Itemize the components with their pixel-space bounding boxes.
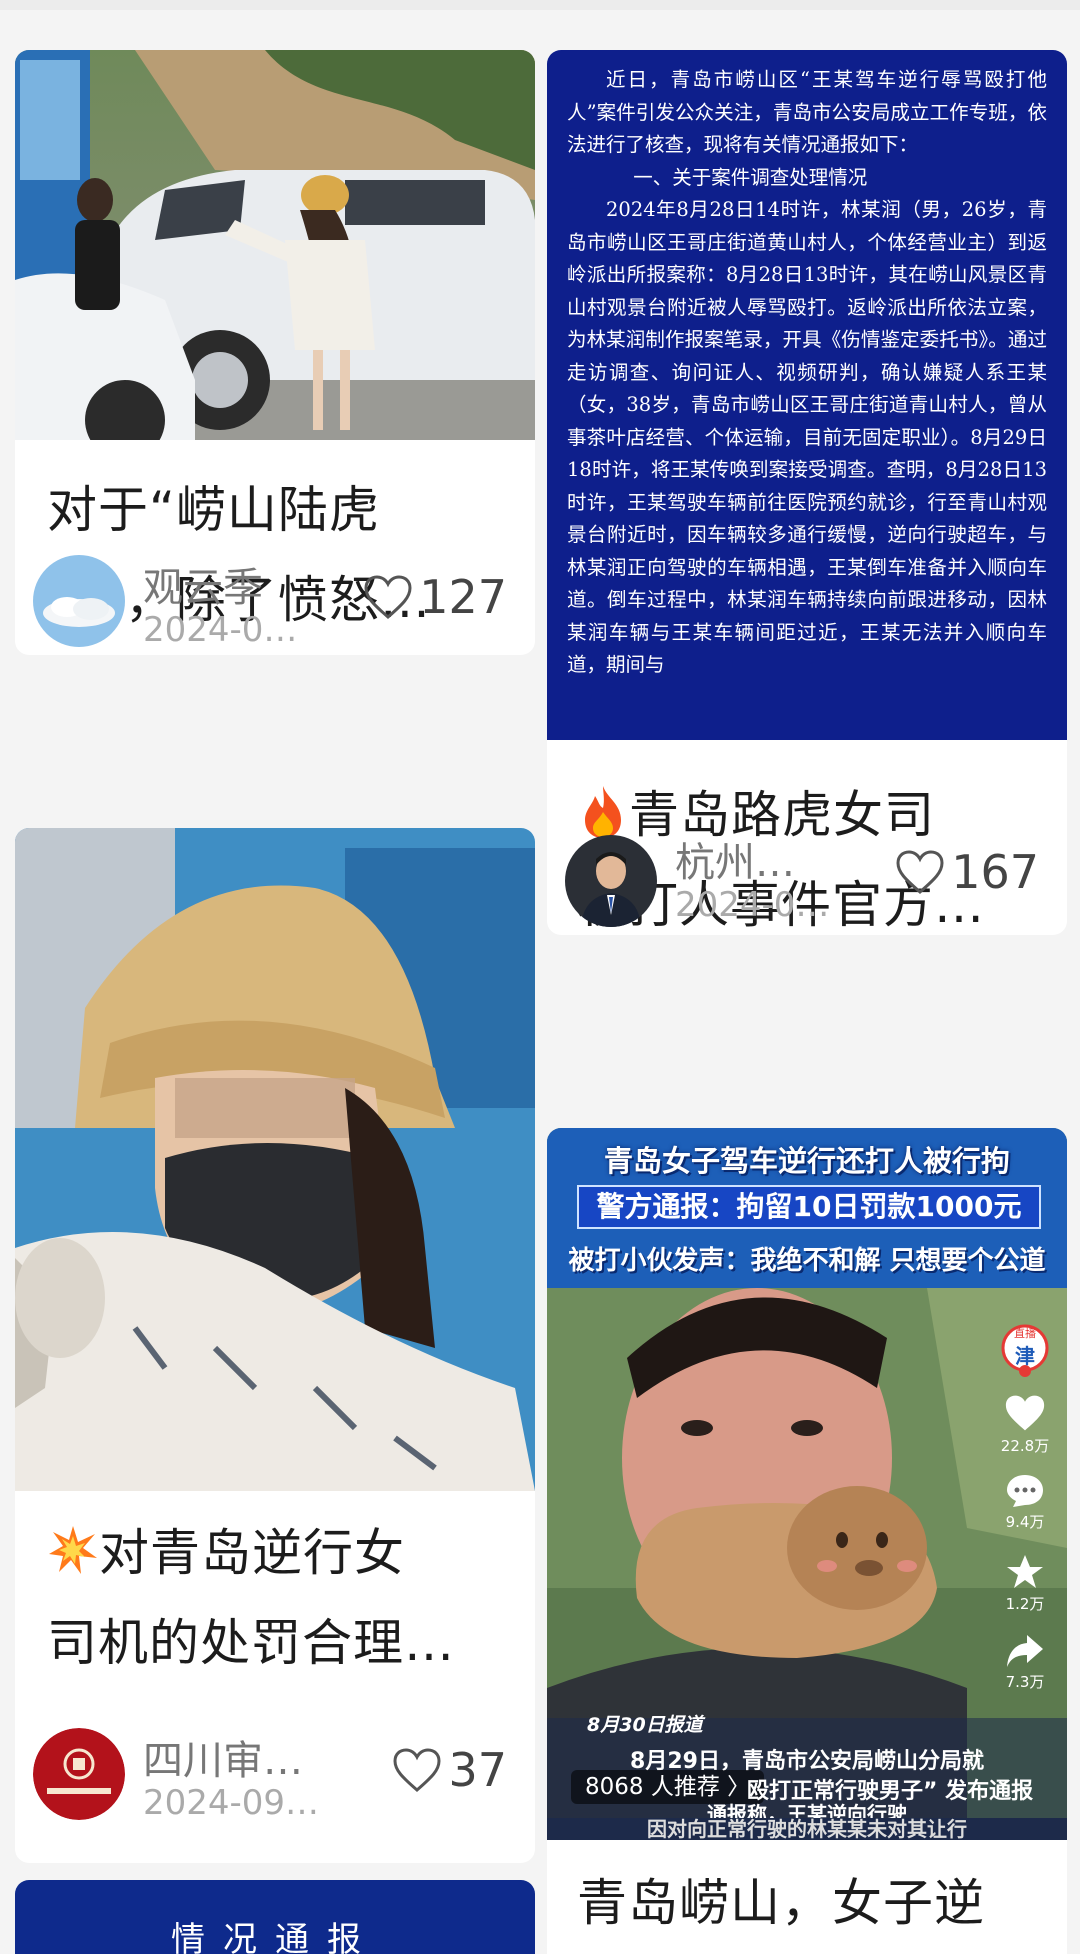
notice-body: 2024年8月28日14时许，林某润（男，26岁，青岛市崂山区王哥庄街道黄山村人… [567, 198, 1047, 676]
live-label: 直播 [1014, 1327, 1036, 1340]
video-date-tag: 8月30日报道 [587, 1714, 703, 1736]
like-button[interactable]: 127 [363, 570, 507, 624]
video-comment-stat[interactable]: 9.4万 [995, 1473, 1055, 1532]
video-victim-voice: 被打小伙发声：我绝不和解 只想要个公道 [568, 1246, 1046, 1276]
avatar[interactable] [33, 555, 125, 647]
star-icon [1007, 1555, 1043, 1588]
author-name[interactable]: 观云季 [143, 555, 263, 613]
notice-intro: 近日，青岛市崂山区“王某驾车逆行辱骂殴打他人”案件引发公众关注，青岛市公安局成立… [567, 68, 1047, 156]
police-notice-image: 近日，青岛市崂山区“王某驾车逆行辱骂殴打他人”案件引发公众关注，青岛市公安局成立… [547, 50, 1067, 740]
post-date: 2024-09… [143, 1783, 320, 1823]
card-3-photo [15, 828, 535, 1491]
video-favorite-stat[interactable]: 1.2万 [995, 1553, 1055, 1614]
like-button[interactable]: 37 [392, 1743, 507, 1797]
post-date: 2024-0… [675, 885, 830, 925]
card-4-video-thumbnail: 青岛女子驾车逆行还打人被行拘 警方通报：拘留10日罚款1000元 被打小伙发声：… [547, 1128, 1067, 1818]
feed-card-1[interactable]: 对于“崂山陆虎 女”，除了愤怒… 观云季 2024-0… 127 [15, 50, 535, 655]
card-3-title[interactable]: 对青岛逆行女 司机的处罚合理… [47, 1508, 515, 1688]
like-count: 127 [419, 570, 507, 624]
law-firm-seal-avatar-icon [33, 1728, 125, 1820]
card-4-title[interactable]: 青岛崂山，女子逆 [577, 1858, 1047, 1948]
video-share-stat[interactable]: 7.3万 [995, 1633, 1055, 1692]
avatar[interactable] [565, 835, 657, 927]
heart-icon [364, 575, 412, 619]
live-channel-char: 津 [1015, 1344, 1035, 1368]
video-like-stat[interactable]: 22.8万 [995, 1393, 1055, 1456]
comment-icon [1007, 1475, 1043, 1507]
sky-cloud-avatar-icon [33, 555, 125, 647]
card-1-photo [15, 50, 535, 440]
notice-banner-card[interactable]: 情况通报 [15, 1880, 535, 1954]
video-headline: 青岛女子驾车逆行还打人被行拘 [603, 1144, 1010, 1178]
collision-emoji-icon [47, 1514, 99, 1574]
top-strip [0, 0, 1080, 10]
like-count: 167 [951, 845, 1039, 899]
anchorman-avatar-icon [565, 835, 657, 927]
masked-woman-image [15, 828, 535, 1491]
author-name[interactable]: 四川审… [143, 1728, 303, 1786]
author-name[interactable]: 杭州… [675, 830, 795, 888]
notice-section-heading: 一、关于案件调查处理情况 [633, 165, 868, 189]
heart-icon [393, 1748, 441, 1792]
roadside-scene-image [15, 50, 535, 440]
avatar[interactable] [33, 1728, 125, 1820]
video-subtitle-4: 因对向正常行驶的林某某未对其让行 [547, 1818, 1067, 1840]
heart-icon [1005, 1395, 1045, 1431]
feed-card-4[interactable]: 青岛女子驾车逆行还打人被行拘 警方通报：拘留10日罚款1000元 被打小伙发声：… [547, 1128, 1067, 1954]
fire-emoji-icon [577, 778, 629, 838]
video-subtitle-3: 通报称，王某逆向行驶 [707, 1802, 907, 1818]
heart-icon [896, 850, 944, 894]
like-count: 37 [448, 1743, 507, 1797]
share-icon [1007, 1635, 1043, 1667]
post-date: 2024-0… [143, 610, 298, 650]
video-police-notice: 警方通报：拘留10日罚款1000元 [577, 1185, 1041, 1229]
like-button[interactable]: 167 [895, 845, 1039, 899]
feed-card-3[interactable]: 对青岛逆行女 司机的处罚合理… 四川审… 2024-09… 37 [15, 828, 535, 1863]
feed-card-2[interactable]: 近日，青岛市崂山区“王某驾车逆行辱骂殴打他人”案件引发公众关注，青岛市公安局成立… [547, 50, 1067, 935]
